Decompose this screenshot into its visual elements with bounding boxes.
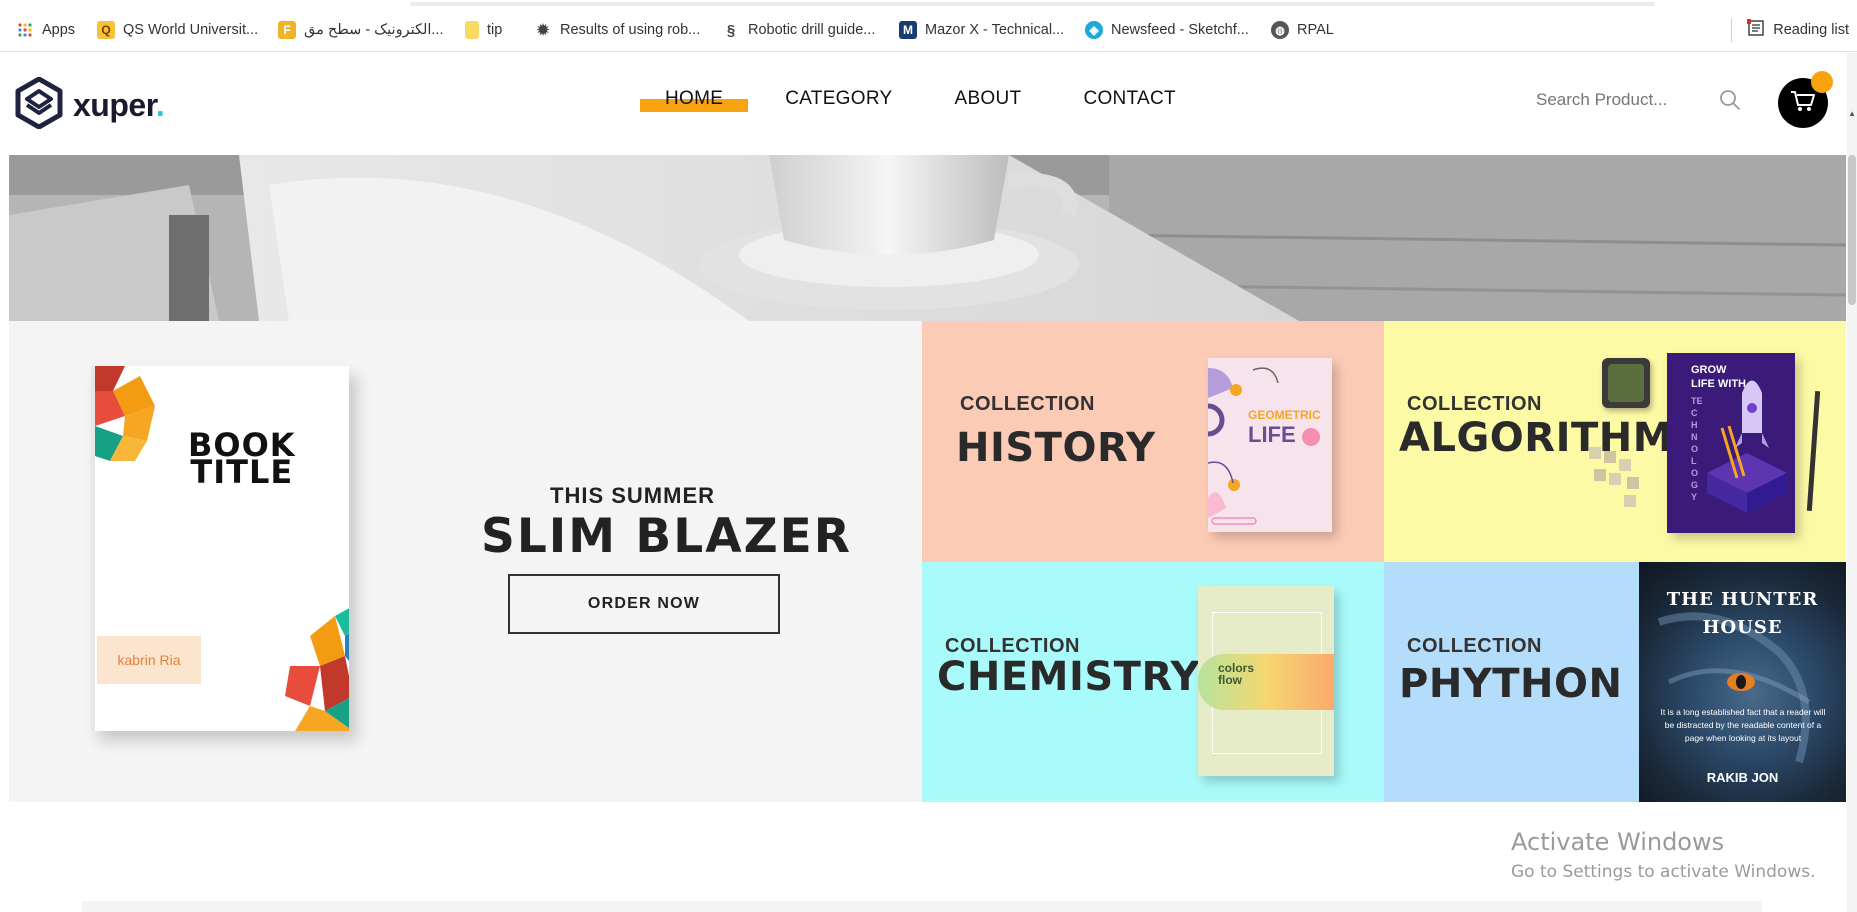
site-logo[interactable]: xuper. bbox=[15, 76, 165, 134]
scrollbar-thumb[interactable] bbox=[1848, 155, 1856, 305]
cart-badge bbox=[1811, 71, 1833, 93]
nav-contact[interactable]: CONTACT bbox=[1083, 88, 1176, 110]
bookmark-label: Newsfeed - Sketchf... bbox=[1111, 22, 1249, 38]
nav-category[interactable]: CATEGORY bbox=[785, 88, 892, 110]
chemistry-cover-text: colors flow bbox=[1218, 661, 1255, 687]
bookmark-mazor[interactable]: M Mazor X - Technical... bbox=[899, 19, 1064, 41]
bookmark-label: الکترونیک - سطح مق... bbox=[304, 22, 444, 38]
collection-card-phython[interactable]: COLLECTION PHYTHON THE HUNTER HOUSE It is… bbox=[1384, 562, 1846, 802]
bookmark-sketchfab[interactable]: ◈ Newsfeed - Sketchf... bbox=[1085, 19, 1249, 41]
watermark-line2: Go to Settings to activate Windows. bbox=[1511, 862, 1816, 882]
folder-icon bbox=[465, 21, 479, 39]
collection-card-history[interactable]: COLLECTION HISTORY GEOMETRIC LIFE bbox=[922, 321, 1384, 562]
bookmark-results[interactable]: ✹ Results of using rob... bbox=[534, 19, 701, 41]
collection-kicker: COLLECTION bbox=[1407, 635, 1542, 657]
reading-list-label: Reading list bbox=[1773, 22, 1849, 38]
logo-text: xuper. bbox=[73, 87, 165, 123]
sketchfab-icon: ◈ bbox=[1085, 21, 1103, 39]
cart-icon bbox=[1790, 89, 1816, 118]
qs-icon: Q bbox=[97, 21, 115, 39]
bookmark-label: RPAL bbox=[1297, 22, 1334, 38]
collection-card-algorithms[interactable]: COLLECTION ALGORITHMS GROW LIFE WITH TECH… bbox=[1384, 321, 1846, 562]
promo-banner: BOOK TITLE kabrin Ria THIS SUMMER SLIM BL… bbox=[9, 321, 922, 802]
book-cover-author: kabrin Ria bbox=[97, 636, 201, 684]
divider bbox=[1731, 18, 1732, 42]
bookmark-label: tip bbox=[487, 22, 503, 38]
watermark-line1: Activate Windows bbox=[1511, 828, 1725, 856]
main-nav: HOME CATEGORY ABOUT CONTACT bbox=[639, 88, 1238, 112]
collection-name: PHYTHON bbox=[1399, 661, 1623, 707]
mazor-icon: M bbox=[899, 21, 917, 39]
collection-kicker: COLLECTION bbox=[960, 393, 1095, 415]
apps-grid-icon bbox=[16, 21, 34, 39]
logo-hexagon-icon bbox=[15, 76, 63, 134]
bookmarks-bar: Apps Q QS World Universit... F الکترونیک… bbox=[0, 0, 1857, 52]
collection-card-chemistry[interactable]: COLLECTION CHEMISTRY colors flow bbox=[922, 562, 1384, 802]
collection-name: CHEMISTRY bbox=[937, 654, 1201, 700]
bookmark-label: Apps bbox=[42, 22, 76, 38]
algorithms-cover-text: GROW LIFE WITH bbox=[1691, 364, 1746, 390]
phython-cover-title: THE HUNTER HOUSE bbox=[1666, 589, 1819, 638]
bookmark-label: Robotic drill guide... bbox=[748, 22, 876, 38]
collection-kicker: COLLECTION bbox=[1407, 393, 1542, 415]
phython-book-cover: THE HUNTER HOUSE It is a long established… bbox=[1639, 562, 1846, 802]
gear-bug-icon: ✹ bbox=[536, 22, 550, 39]
nav-about[interactable]: ABOUT bbox=[954, 88, 1021, 110]
collection-name: HISTORY bbox=[956, 425, 1156, 471]
link-icon: § bbox=[726, 21, 736, 39]
search-input[interactable] bbox=[1536, 90, 1686, 110]
pencil-image bbox=[1806, 390, 1821, 512]
promo-kicker: THIS SUMMER bbox=[550, 483, 715, 508]
phython-cover-blurb: It is a long established fact that a rea… bbox=[1660, 707, 1826, 743]
chemistry-book-cover: colors flow bbox=[1198, 586, 1334, 776]
bookmark-arabic[interactable]: F الکترونیک - سطح مق... bbox=[278, 19, 444, 41]
bookmark-label: Results of using rob... bbox=[560, 22, 701, 38]
book-mockup-image: BOOK TITLE kabrin Ria bbox=[91, 366, 349, 731]
reading-list-icon bbox=[1747, 19, 1765, 41]
bookmark-apps[interactable]: Apps bbox=[16, 19, 75, 41]
bookmark-robotic[interactable]: § Robotic drill guide... bbox=[722, 19, 876, 41]
bookmark-folder-icon: F bbox=[278, 21, 296, 39]
scroll-up-icon[interactable]: ▲ bbox=[1848, 109, 1856, 118]
algorithms-cover-text3: TECHNOLOGY bbox=[1691, 396, 1703, 502]
nav-home[interactable]: HOME bbox=[639, 88, 749, 112]
reading-list-button[interactable]: Reading list bbox=[1747, 19, 1849, 41]
hero-banner-image bbox=[9, 155, 1846, 321]
site-header: xuper. HOME CATEGORY ABOUT CONTACT bbox=[0, 53, 1847, 155]
search-icon[interactable] bbox=[1719, 89, 1741, 116]
promo-headline: SLIM BLAZER bbox=[481, 509, 852, 564]
globe-icon: ◍ bbox=[1271, 21, 1289, 39]
book-cover-title: BOOK TITLE bbox=[188, 426, 296, 491]
order-now-button[interactable]: ORDER NOW bbox=[508, 574, 780, 634]
activate-windows-watermark: Activate Windows Go to Settings to activ… bbox=[1511, 828, 1816, 882]
bookmark-tip[interactable]: tip bbox=[465, 19, 502, 41]
phython-cover-author: RAKIB JON bbox=[1706, 770, 1779, 785]
plant-pot-image bbox=[1602, 358, 1650, 408]
history-cover-text: GEOMETRIC bbox=[1248, 408, 1321, 422]
history-book-cover: GEOMETRIC LIFE bbox=[1208, 358, 1332, 532]
bookmark-rpal[interactable]: ◍ RPAL bbox=[1271, 19, 1334, 41]
cube-dice-image bbox=[1589, 447, 1639, 507]
next-section-edge bbox=[82, 901, 1762, 912]
bookmark-qs[interactable]: Q QS World Universit... bbox=[97, 19, 258, 41]
bookmark-label: QS World Universit... bbox=[123, 22, 259, 38]
tab-strip-edge bbox=[410, 2, 1655, 6]
history-cover-text2: LIFE bbox=[1248, 422, 1296, 447]
bookmark-label: Mazor X - Technical... bbox=[925, 22, 1065, 38]
algorithms-book-cover: GROW LIFE WITH TECHNOLOGY bbox=[1667, 353, 1795, 533]
